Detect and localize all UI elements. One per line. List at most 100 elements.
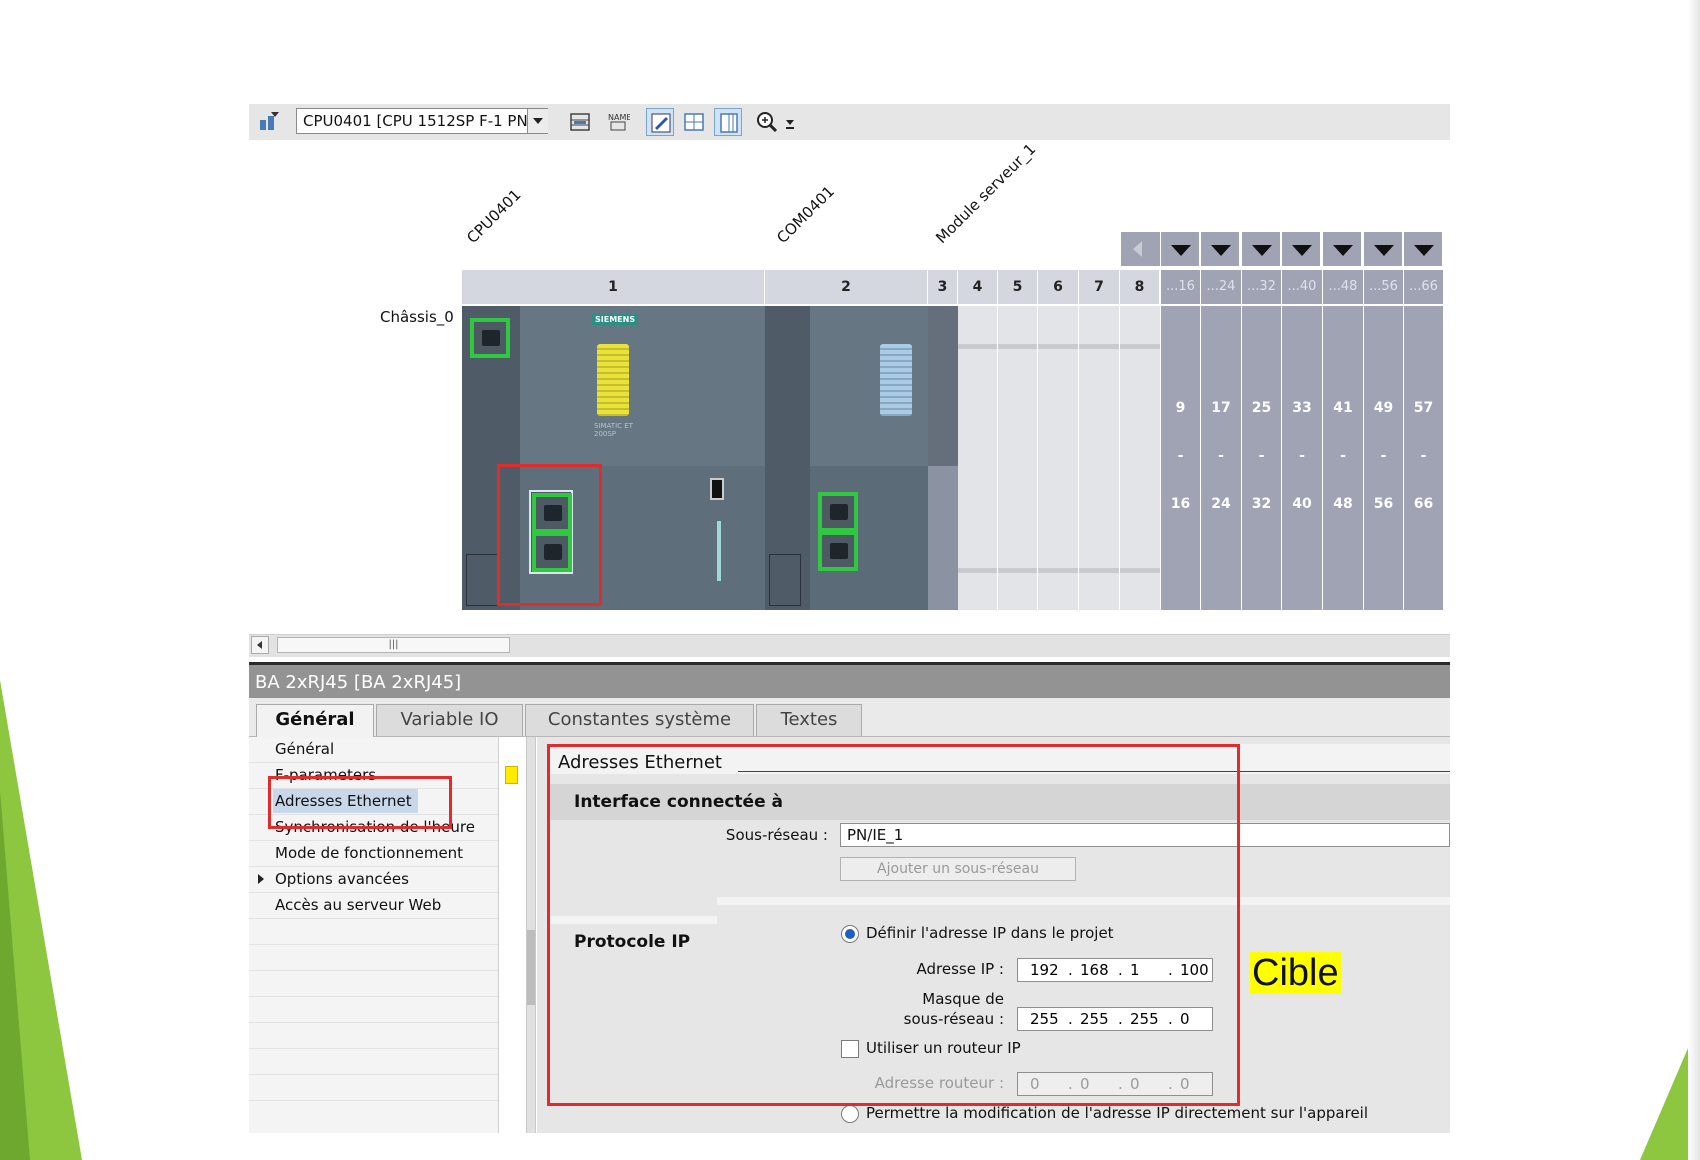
run-stop-switch-icon[interactable] [710, 478, 724, 500]
expand-arrow-icon[interactable] [258, 874, 264, 884]
group-header: ...32 [1242, 270, 1282, 304]
group-header: ...48 [1323, 270, 1364, 304]
network-topology-button[interactable] [255, 108, 283, 136]
zoom-icon [757, 112, 778, 133]
terminal-block-icon [880, 344, 912, 416]
slot-number: 2 [765, 270, 928, 304]
group-start: 57 [1413, 400, 1434, 416]
group-header: ...66 [1404, 270, 1444, 304]
chevron-down-icon[interactable] [527, 109, 548, 133]
grid-view-icon [684, 113, 704, 131]
slide-decoration-edge [1688, 0, 1700, 1160]
slot-group[interactable]: 25 - 32 [1242, 306, 1282, 610]
nav-item-operating-mode[interactable]: Mode de fonctionnement [275, 844, 463, 862]
siemens-logo: SIEMENS [592, 314, 639, 325]
scroll-left-arrow[interactable] [1121, 232, 1160, 266]
group-header: ...16 [1161, 270, 1201, 304]
name-label-button[interactable]: NAME [604, 108, 632, 136]
modify-on-device-label: Permettre la modification de l'adresse I… [866, 1104, 1369, 1122]
module-label-com: COM0401 [773, 182, 838, 247]
slot-group[interactable]: 49 - 56 [1364, 306, 1404, 610]
expand-group-arrow[interactable] [1404, 232, 1443, 266]
expand-group-arrow[interactable] [1161, 232, 1200, 266]
expand-group-arrow[interactable] [1323, 232, 1362, 266]
group-start: 17 [1211, 400, 1231, 416]
group-end: 24 [1211, 496, 1231, 512]
slot-group[interactable]: 41 - 48 [1323, 306, 1364, 610]
slot-number: 6 [1038, 270, 1079, 304]
scrollbar-thumb[interactable]: ||| [277, 637, 510, 653]
tab-texts[interactable]: Textes [756, 704, 862, 736]
group-header: ...56 [1364, 270, 1404, 304]
empty-slot[interactable] [1120, 306, 1161, 610]
group-end: 40 [1292, 496, 1312, 512]
server-module[interactable] [928, 306, 958, 610]
group-separator: - [1177, 448, 1184, 464]
nav-item-web-server[interactable]: Accès au serveur Web [275, 896, 441, 914]
slot-number: 7 [1079, 270, 1120, 304]
slot-group[interactable]: 9 - 16 [1161, 306, 1201, 610]
slot-number: 4 [958, 270, 998, 304]
grid-view-button[interactable] [680, 108, 708, 136]
device-list-button[interactable] [566, 108, 594, 136]
zoom-button[interactable] [753, 108, 781, 136]
slot-number: 5 [998, 270, 1038, 304]
slot-number: 8 [1120, 270, 1160, 304]
empty-slot[interactable] [1079, 306, 1120, 610]
memory-card-slot-icon [717, 521, 721, 581]
expand-group-arrow[interactable] [1242, 232, 1281, 266]
empty-slot[interactable] [1038, 306, 1079, 610]
rj45-port-icon[interactable] [818, 492, 858, 532]
columns-view-button[interactable] [714, 108, 742, 136]
name-label-icon: NAME [608, 113, 630, 131]
warning-marker-icon [505, 766, 518, 784]
highlight-box-ethernet [547, 744, 1240, 1106]
group-separator: - [1299, 448, 1305, 464]
expand-group-arrow[interactable] [1282, 232, 1321, 266]
network-topology-icon [260, 112, 279, 130]
slide-decoration-left [0, 680, 82, 1160]
tab-general[interactable]: Général [256, 704, 374, 738]
cpu-model-label: SIMATIC ET 200SP [594, 422, 633, 438]
columns-view-icon [720, 113, 738, 133]
group-header: ...24 [1201, 270, 1242, 304]
highlight-box-ports [497, 464, 602, 606]
group-separator: - [1340, 448, 1346, 464]
tab-io-variable[interactable]: Variable IO [376, 704, 523, 736]
properties-title: BA 2xRJ45 [BA 2xRJ45] [249, 662, 1450, 698]
group-end: 48 [1333, 496, 1353, 512]
group-start: 9 [1175, 400, 1186, 416]
expand-group-arrow[interactable] [1201, 232, 1240, 266]
zoom-dropdown-icon[interactable] [783, 114, 797, 132]
nav-item-advanced-options[interactable]: Options avancées [275, 870, 409, 888]
show-modules-button[interactable] [646, 108, 674, 136]
highlight-box-nav [268, 776, 452, 829]
slot-number: 3 [928, 270, 958, 304]
empty-slot[interactable] [958, 306, 998, 610]
device-selector-dropdown[interactable]: CPU0401 [CPU 1512SP F-1 PN] [296, 108, 548, 134]
expand-group-arrow[interactable] [1364, 232, 1403, 266]
module-label-cpu: CPU0401 [463, 185, 525, 247]
modify-on-device-radio[interactable] [841, 1105, 859, 1123]
cible-annotation: Cible [1250, 952, 1341, 994]
empty-slot[interactable] [998, 306, 1038, 610]
show-modules-icon [651, 113, 671, 133]
group-separator: - [1218, 448, 1224, 464]
group-start: 49 [1373, 400, 1394, 416]
splitter-grip[interactable] [527, 930, 535, 1005]
rj45-port-icon[interactable] [818, 531, 858, 571]
slot-group[interactable]: 33 - 40 [1282, 306, 1323, 610]
slot-number: 1 [462, 270, 765, 304]
group-end: 66 [1413, 496, 1434, 512]
nav-item-general[interactable]: Général [275, 740, 334, 758]
tab-system-constants[interactable]: Constantes système [525, 704, 754, 736]
group-separator: - [1380, 448, 1387, 464]
group-start: 41 [1333, 400, 1353, 416]
slot-group[interactable]: 17 - 24 [1201, 306, 1242, 610]
module-label-server: Module serveur_1 [932, 139, 1040, 247]
rj45-port-icon[interactable] [470, 318, 510, 358]
slot-group[interactable]: 57 - 66 [1404, 306, 1444, 610]
scroll-left-button[interactable] [251, 636, 269, 654]
group-end: 56 [1373, 496, 1394, 512]
group-end: 16 [1170, 496, 1191, 512]
